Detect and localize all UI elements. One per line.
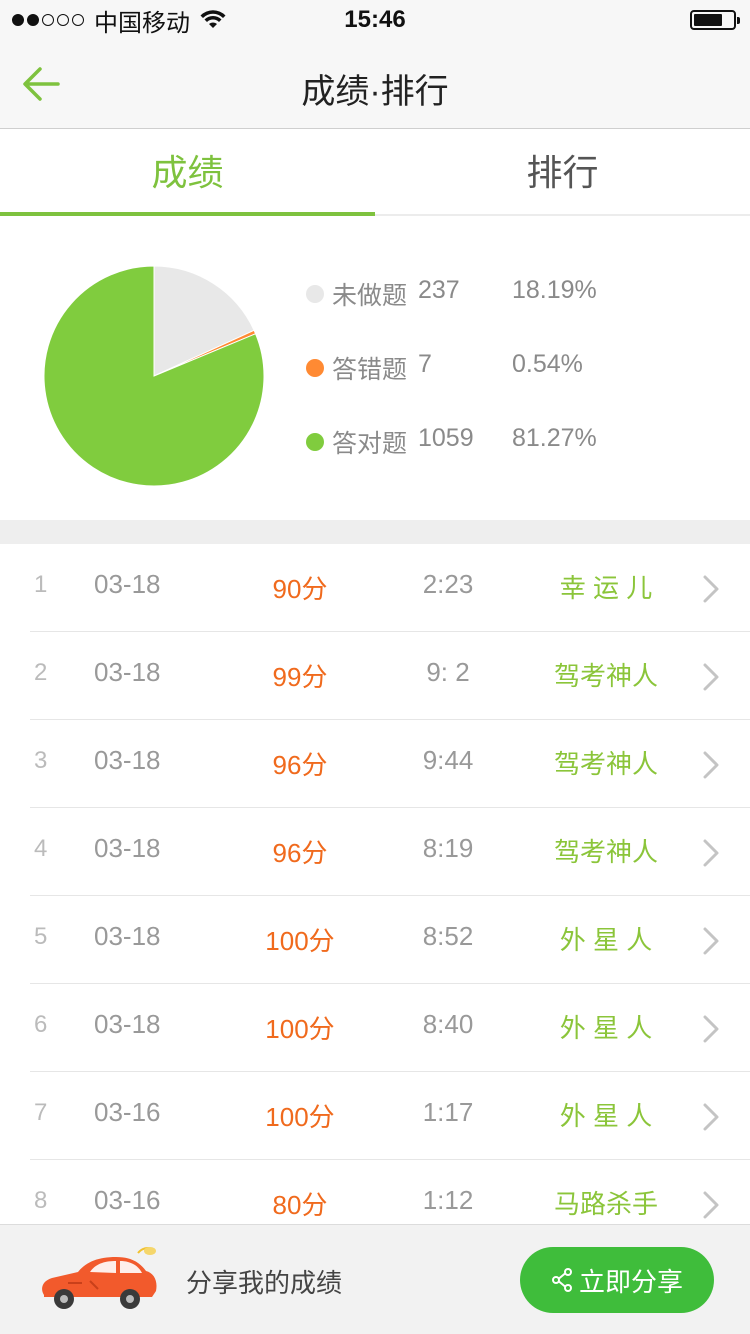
chevron-right-icon <box>703 839 719 867</box>
record-score: 90分 <box>272 574 328 604</box>
record-title: 外 星 人 <box>559 925 653 955</box>
record-date: 03-16 <box>94 1097 161 1127</box>
record-title: 外 星 人 <box>559 1101 653 1131</box>
record-score: 80分 <box>272 1190 328 1220</box>
record-index: 1 <box>34 571 48 598</box>
record-title: 幸 运 儿 <box>559 573 653 603</box>
record-score: 96分 <box>272 750 328 780</box>
share-now-button[interactable]: 立即分享 <box>520 1247 714 1313</box>
record-duration: 1:12 <box>422 1185 474 1215</box>
exam-records-list[interactable]: 1 03-18 90分 2:23 幸 运 儿 2 03-18 99分 9: 2 驾考神人 3 03-1… <box>0 544 750 1224</box>
record-title: 驾考神人 <box>553 749 658 779</box>
record-row[interactable]: 1 03-18 90分 2:23 幸 运 儿 <box>0 544 750 632</box>
legend-row-wrong: 答错题 7 0.54% <box>306 344 726 418</box>
section-divider <box>0 520 750 544</box>
legend-percent: 81.27% <box>512 424 597 452</box>
record-score: 100分 <box>265 1014 335 1044</box>
record-score: 100分 <box>265 926 335 956</box>
chevron-right-icon <box>703 663 719 691</box>
score-summary: 未做题 237 18.19% 答错题 7 0.54% 答对题 1059 81.2… <box>0 218 750 520</box>
share-footer: 分享我的成绩 立即分享 <box>0 1224 750 1334</box>
chevron-right-icon <box>703 751 719 779</box>
legend-label: 答对题 <box>332 430 408 458</box>
legend-percent: 18.19% <box>512 276 597 304</box>
page-title: 成绩·排行 <box>301 73 449 111</box>
record-title: 马路杀手 <box>553 1189 658 1219</box>
record-duration: 8:52 <box>422 921 474 951</box>
record-title: 驾考神人 <box>553 661 658 691</box>
chevron-right-icon <box>703 927 719 955</box>
record-date: 03-18 <box>94 833 161 863</box>
record-duration: 8:40 <box>422 1009 474 1039</box>
record-index: 2 <box>34 659 48 686</box>
record-row[interactable]: 3 03-18 96分 9:44 驾考神人 <box>0 720 750 808</box>
tab-bar: 成绩 排行 <box>0 130 750 216</box>
legend-count: 237 <box>418 276 460 304</box>
chevron-right-icon <box>703 575 719 603</box>
legend-dot-correct <box>306 433 324 451</box>
record-row[interactable]: 5 03-18 100分 8:52 外 星 人 <box>0 896 750 984</box>
share-prompt-text: 分享我的成绩 <box>186 1268 343 1298</box>
record-index: 3 <box>34 747 48 774</box>
share-button-label: 立即分享 <box>578 1266 683 1297</box>
record-score: 100分 <box>265 1102 335 1132</box>
record-title: 驾考神人 <box>553 837 658 867</box>
legend-row-correct: 答对题 1059 81.27% <box>306 418 726 492</box>
record-duration: 9:44 <box>422 745 474 775</box>
record-duration: 8:19 <box>422 833 474 863</box>
record-row[interactable]: 4 03-18 96分 8:19 驾考神人 <box>0 808 750 896</box>
record-index: 8 <box>34 1187 48 1214</box>
record-date: 03-18 <box>94 745 161 775</box>
car-icon <box>42 1247 157 1309</box>
legend-dot-undone <box>306 285 324 303</box>
nav-bar: 成绩·排行 <box>0 40 750 129</box>
legend-dot-wrong <box>306 359 324 377</box>
legend-label: 答错题 <box>332 356 408 384</box>
score-pie-chart <box>43 265 265 487</box>
record-row[interactable]: 6 03-18 100分 8:40 外 星 人 <box>0 984 750 1072</box>
record-duration: 2:23 <box>422 569 474 599</box>
battery-icon <box>690 10 740 30</box>
legend-percent: 0.54% <box>512 350 583 378</box>
legend-label: 未做题 <box>332 282 408 310</box>
record-row[interactable]: 2 03-18 99分 9: 2 驾考神人 <box>0 632 750 720</box>
record-duration: 1:17 <box>422 1097 474 1127</box>
status-time: 15:46 <box>344 6 406 33</box>
tab-scores[interactable]: 成绩 <box>0 130 375 216</box>
record-title: 外 星 人 <box>559 1013 653 1043</box>
record-row[interactable]: 7 03-16 100分 1:17 外 星 人 <box>0 1072 750 1160</box>
legend-count: 7 <box>418 350 432 378</box>
record-row[interactable]: 8 03-16 80分 1:12 马路杀手 <box>0 1160 750 1224</box>
chevron-right-icon <box>703 1191 719 1219</box>
record-date: 03-18 <box>94 921 161 951</box>
record-date: 03-16 <box>94 1185 161 1215</box>
record-index: 4 <box>34 835 48 862</box>
pie-legend: 未做题 237 18.19% 答错题 7 0.54% 答对题 1059 81.2… <box>306 270 726 492</box>
legend-count: 1059 <box>418 424 474 452</box>
record-index: 6 <box>34 1011 48 1038</box>
status-bar: 中国移动 15:46 <box>0 0 750 40</box>
record-date: 03-18 <box>94 657 161 687</box>
share-icon <box>551 1268 572 1292</box>
record-duration: 9: 2 <box>426 657 470 687</box>
record-score: 96分 <box>272 838 328 868</box>
record-date: 03-18 <box>94 569 161 599</box>
record-index: 5 <box>34 923 48 950</box>
record-index: 7 <box>34 1099 48 1126</box>
chevron-right-icon <box>703 1103 719 1131</box>
legend-row-undone: 未做题 237 18.19% <box>306 270 726 344</box>
record-score: 99分 <box>272 662 328 692</box>
chevron-right-icon <box>703 1015 719 1043</box>
tab-ranking[interactable]: 排行 <box>375 130 750 214</box>
record-date: 03-18 <box>94 1009 161 1039</box>
